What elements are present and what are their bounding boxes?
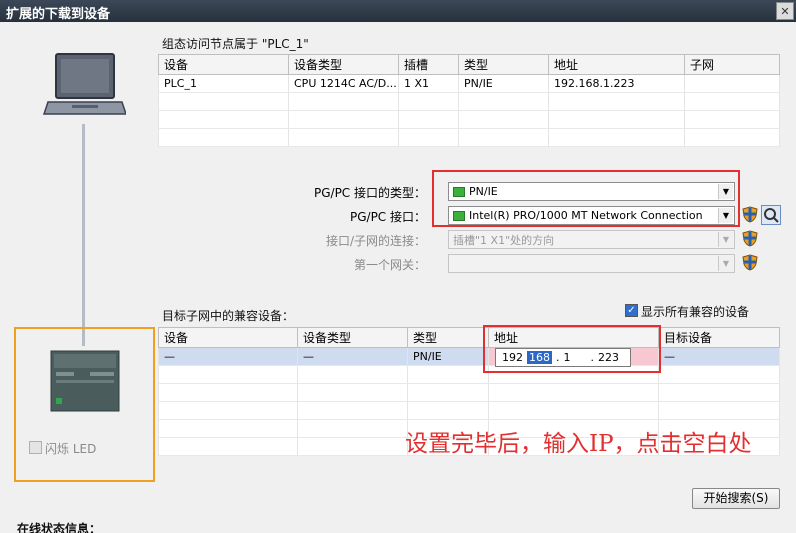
magnifier-icon [764, 208, 779, 223]
table-row-empty [158, 383, 780, 402]
cell-type: PN/IE [407, 347, 489, 366]
shield-icon[interactable] [742, 254, 758, 271]
table-row-selected[interactable]: — — PN/IE — [158, 347, 780, 366]
column-header: 设备类型 [288, 54, 399, 75]
gateway-label: 第一个网关： [353, 258, 426, 272]
show-all-checkbox[interactable]: ✓ [625, 304, 638, 317]
window-titlebar: 扩展的下载到设备 ✕ [0, 0, 796, 22]
close-icon[interactable]: ✕ [776, 2, 794, 20]
address-highlight [483, 325, 661, 373]
cell-device: PLC_1 [158, 74, 289, 93]
show-all-label: 显示所有兼容的设备 [641, 305, 750, 319]
column-header: 类型 [407, 327, 489, 348]
cell-device-type: CPU 1214C AC/D... [288, 74, 399, 93]
flash-led-checkbox[interactable] [29, 441, 42, 454]
compatible-devices-caption: 目标子网中的兼容设备： [162, 309, 295, 323]
connection-line [82, 124, 85, 346]
access-nodes-table: 设备 设备类型 插槽 类型 地址 子网 PLC_1 CPU 1214C AC/D… [158, 54, 780, 147]
gateway-select: ▼ [448, 254, 735, 273]
subnet-connection-value: 插槽"1 X1"处的方向 [453, 233, 555, 247]
table-header-row: 设备 设备类型 插槽 类型 地址 子网 [158, 54, 780, 75]
pgpc-interface-label: PG/PC 接口： [349, 210, 426, 224]
shield-icon[interactable] [742, 230, 758, 247]
column-header: 设备 [158, 54, 289, 75]
column-header: 目标设备 [658, 327, 780, 348]
device-panel-highlight [14, 327, 155, 482]
column-header: 类型 [458, 54, 549, 75]
table-row-empty [158, 92, 780, 111]
cell-subnet [684, 74, 780, 93]
shield-icon[interactable] [742, 206, 758, 223]
column-header: 插槽 [398, 54, 459, 75]
window-title: 扩展的下载到设备 [6, 7, 111, 22]
access-nodes-caption: 组态访问节点属于 "PLC_1" [162, 37, 309, 51]
online-status-label: 在线状态信息： [17, 522, 102, 533]
cell-device: — [158, 347, 298, 366]
table-row[interactable]: PLC_1 CPU 1214C AC/D... 1 X1 PN/IE 192.1… [158, 74, 780, 93]
cell-device-type: — [297, 347, 408, 366]
start-search-button[interactable]: 开始搜索(S) [692, 488, 780, 509]
interface-highlight [432, 170, 740, 227]
laptop-icon [42, 53, 126, 115]
table-row-empty [158, 365, 780, 384]
table-row-empty [158, 401, 780, 420]
chevron-down-icon: ▼ [718, 232, 733, 247]
table-row-empty [158, 128, 780, 147]
diagnostics-button[interactable] [761, 205, 781, 225]
cell-address: 192.168.1.223 [548, 74, 685, 93]
pgpc-type-label: PG/PC 接口的类型： [313, 186, 426, 200]
column-header: 地址 [548, 54, 685, 75]
column-header: 设备类型 [297, 327, 408, 348]
cell-slot: 1 X1 [398, 74, 459, 93]
column-header: 设备 [158, 327, 298, 348]
instruction-annotation: 设置完毕后，输入IP，点击空白处 [405, 431, 752, 457]
subnet-connection-label: 接口/子网的连接： [325, 234, 426, 248]
flash-led-label: 闪烁 LED [45, 442, 97, 456]
cell-target: — [658, 347, 780, 366]
column-header: 子网 [684, 54, 780, 75]
table-header-row: 设备 设备类型 类型 地址 目标设备 [158, 327, 780, 348]
subnet-connection-select: 插槽"1 X1"处的方向 ▼ [448, 230, 735, 249]
chevron-down-icon: ▼ [718, 256, 733, 271]
table-row-empty [158, 110, 780, 129]
cell-type: PN/IE [458, 74, 549, 93]
